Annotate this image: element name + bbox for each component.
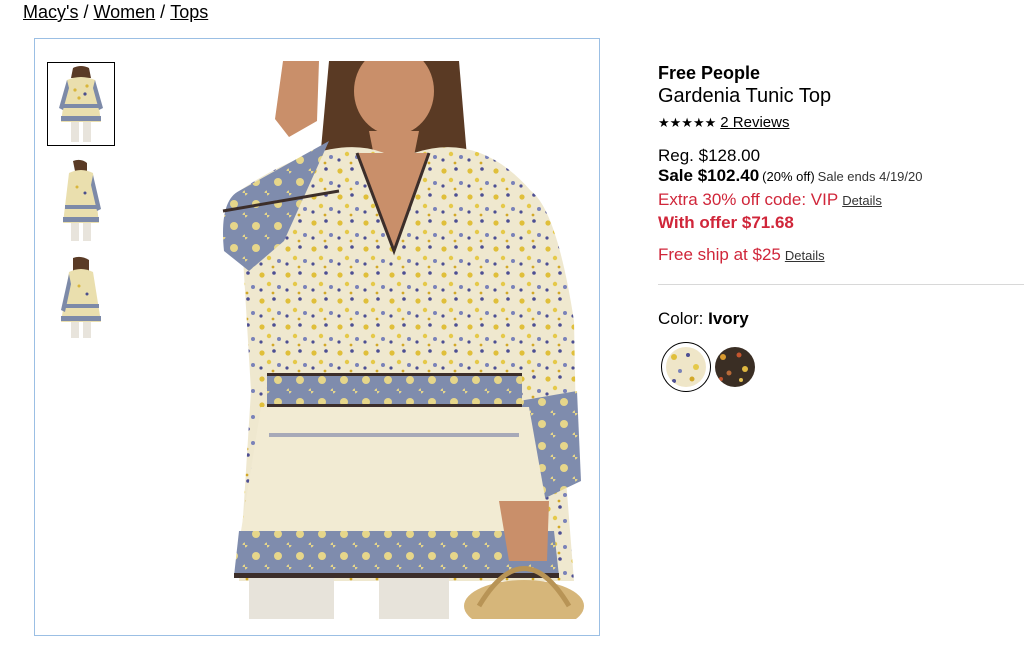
main-product-image[interactable]: [179, 61, 589, 619]
promo-details-link[interactable]: Details: [842, 193, 882, 208]
thumbnail-front[interactable]: [47, 62, 115, 146]
color-selector-label: Color: Ivory: [658, 308, 749, 330]
divider: [658, 284, 1024, 285]
promo-code-row: Extra 30% off code: VIP Details: [658, 189, 1024, 212]
sale-price-row: Sale $102.40 (20% off) Sale ends 4/19/20: [658, 166, 1024, 187]
shipping-details-link[interactable]: Details: [785, 248, 825, 263]
selected-color-name: Ivory: [708, 309, 749, 328]
rating-row: ★★★★★ 2 Reviews: [658, 114, 1024, 132]
discount-percent: (20% off): [762, 169, 815, 184]
dark-floral-swatch-image: [715, 347, 755, 387]
sale-price: Sale $102.40: [658, 166, 760, 185]
promo-code-text: Extra 30% off code: VIP: [658, 190, 839, 209]
regular-price: Reg. $128.00: [658, 146, 761, 165]
thumbnail-side[interactable]: [47, 159, 115, 243]
breadcrumb-link-macys[interactable]: Macy's: [23, 2, 78, 22]
breadcrumb-link-women[interactable]: Women: [93, 2, 155, 22]
reviews-link[interactable]: 2 Reviews: [720, 114, 789, 131]
offer-price: With offer $71.68: [658, 213, 794, 232]
star-rating-icon: ★★★★★: [658, 115, 717, 130]
sale-end-date: Sale ends 4/19/20: [817, 169, 923, 184]
breadcrumb-separator: /: [83, 2, 89, 22]
free-shipping-text: Free ship at $25: [658, 245, 781, 264]
color-label: Color:: [658, 309, 704, 328]
product-info: Free People Gardenia Tunic Top ★★★★★ 2 Re…: [658, 62, 1024, 267]
free-shipping-row: Free ship at $25 Details: [658, 244, 1024, 267]
breadcrumb: Macy's / Women / Tops: [23, 2, 208, 23]
ivory-swatch-image: [666, 347, 706, 387]
product-title: Gardenia Tunic Top: [658, 85, 832, 107]
breadcrumb-separator: /: [160, 2, 166, 22]
product-image-gallery: [34, 38, 600, 636]
color-swatch-ivory[interactable]: [661, 342, 711, 392]
breadcrumb-link-tops[interactable]: Tops: [170, 2, 208, 22]
color-swatch-dark-floral[interactable]: [712, 344, 758, 390]
thumbnail-back[interactable]: [47, 256, 115, 340]
brand-name[interactable]: Free People: [658, 62, 1024, 84]
